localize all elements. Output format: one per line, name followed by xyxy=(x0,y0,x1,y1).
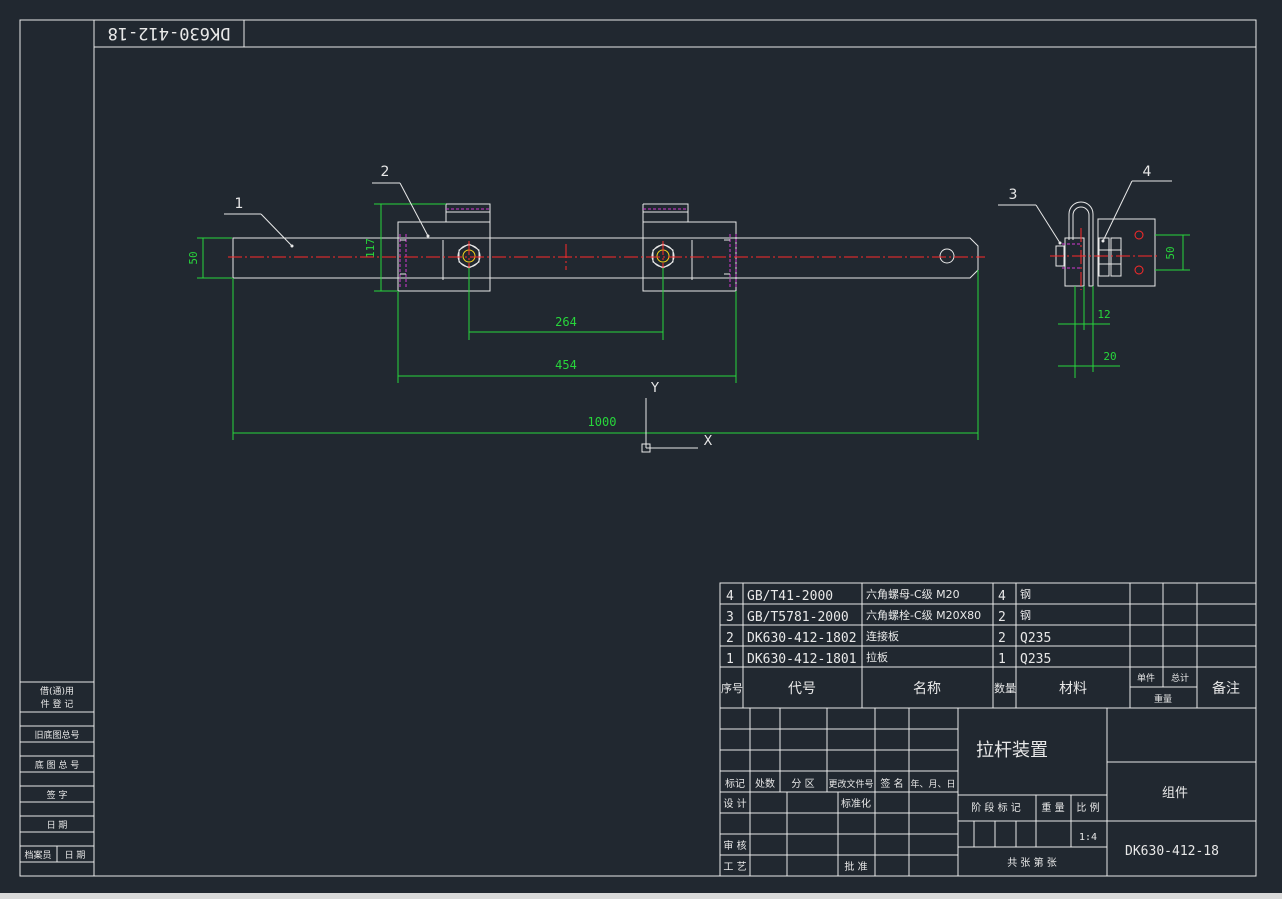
svg-text:批 准: 批 准 xyxy=(844,860,867,873)
svg-text:设 计: 设 计 xyxy=(723,797,746,810)
svg-text:六角螺栓-C级 M20X80: 六角螺栓-C级 M20X80 xyxy=(866,608,981,622)
svg-text:借(通)用: 借(通)用 xyxy=(40,685,74,697)
svg-text:审 核: 审 核 xyxy=(723,839,746,852)
cad-drawing: DK630-412-18 50 117 264 454 1000 Y X 1 2… xyxy=(0,0,1282,899)
svg-text:20: 20 xyxy=(1103,350,1116,363)
svg-text:工 艺: 工 艺 xyxy=(723,861,746,873)
svg-text:GB/T5781-2000: GB/T5781-2000 xyxy=(747,610,849,625)
svg-text:标记: 标记 xyxy=(725,778,745,790)
svg-text:50: 50 xyxy=(187,251,200,264)
svg-text:1:4: 1:4 xyxy=(1079,832,1097,843)
svg-text:钢: 钢 xyxy=(1020,609,1031,622)
svg-text:12: 12 xyxy=(1097,308,1110,321)
svg-text:2: 2 xyxy=(726,631,734,646)
svg-text:DK630-412-1801: DK630-412-1801 xyxy=(747,652,857,667)
svg-text:重量: 重量 xyxy=(1154,693,1172,705)
svg-text:阶 段 标 记: 阶 段 标 记 xyxy=(971,801,1021,814)
svg-text:数量: 数量 xyxy=(994,682,1016,695)
svg-text:六角螺母-C级 M20: 六角螺母-C级 M20 xyxy=(866,588,960,601)
svg-text:拉板: 拉板 xyxy=(866,650,888,664)
svg-text:1: 1 xyxy=(726,652,734,667)
svg-text:4: 4 xyxy=(726,589,734,604)
svg-text:日 期: 日 期 xyxy=(47,820,68,831)
svg-text:2: 2 xyxy=(998,610,1006,625)
svg-text:总计: 总计 xyxy=(1171,672,1189,684)
svg-text:1: 1 xyxy=(998,652,1006,667)
svg-text:GB/T41-2000: GB/T41-2000 xyxy=(747,589,833,604)
svg-text:3: 3 xyxy=(726,610,734,625)
svg-text:签 名: 签 名 xyxy=(880,777,903,790)
svg-text:分 区: 分 区 xyxy=(791,778,814,790)
svg-text:标准化: 标准化 xyxy=(841,797,871,810)
svg-text:件 登 记: 件 登 记 xyxy=(41,698,74,710)
svg-text:454: 454 xyxy=(555,358,577,372)
svg-text:拉杆装置: 拉杆装置 xyxy=(976,740,1048,761)
svg-text:1: 1 xyxy=(235,196,244,212)
svg-text:2: 2 xyxy=(381,164,390,180)
svg-text:2: 2 xyxy=(998,631,1006,646)
svg-text:序号: 序号 xyxy=(721,681,743,695)
svg-text:底 图 总 号: 底 图 总 号 xyxy=(35,759,80,771)
svg-text:钢: 钢 xyxy=(1020,588,1031,601)
svg-text:4: 4 xyxy=(1143,164,1152,180)
svg-text:单件: 单件 xyxy=(1137,672,1155,684)
svg-text:Y: Y xyxy=(650,381,659,396)
svg-text:年、月、日: 年、月、日 xyxy=(910,778,955,790)
svg-text:3: 3 xyxy=(1009,187,1018,203)
svg-text:重 量: 重 量 xyxy=(1041,801,1064,814)
svg-text:264: 264 xyxy=(555,315,577,329)
svg-text:签 字: 签 字 xyxy=(47,789,68,801)
svg-text:材料: 材料 xyxy=(1059,681,1087,697)
svg-text:组件: 组件 xyxy=(1162,786,1188,801)
svg-text:117: 117 xyxy=(364,238,377,258)
svg-text:代号: 代号 xyxy=(788,681,816,697)
svg-text:Q235: Q235 xyxy=(1020,631,1051,646)
svg-text:DK630-412-18: DK630-412-18 xyxy=(1125,844,1219,859)
svg-text:更改文件号: 更改文件号 xyxy=(828,778,873,790)
svg-text:处数: 处数 xyxy=(755,777,775,790)
svg-text:X: X xyxy=(704,434,713,449)
svg-text:DK630-412-1802: DK630-412-1802 xyxy=(747,631,857,646)
svg-text:50: 50 xyxy=(1164,246,1177,259)
svg-text:档案员: 档案员 xyxy=(24,849,51,861)
svg-text:1000: 1000 xyxy=(588,415,617,429)
svg-text:备注: 备注 xyxy=(1212,680,1240,697)
svg-text:共 张 第 张: 共 张 第 张 xyxy=(1007,856,1057,869)
svg-text:日 期: 日 期 xyxy=(65,850,86,861)
svg-text:旧底图总号: 旧底图总号 xyxy=(34,729,79,741)
svg-text:名称: 名称 xyxy=(913,681,941,697)
svg-text:Q235: Q235 xyxy=(1020,652,1051,667)
svg-text:比 例: 比 例 xyxy=(1076,801,1099,814)
svg-text:4: 4 xyxy=(998,589,1006,604)
mirrored-code: DK630-412-18 xyxy=(108,23,231,43)
svg-text:连接板: 连接板 xyxy=(866,629,899,643)
